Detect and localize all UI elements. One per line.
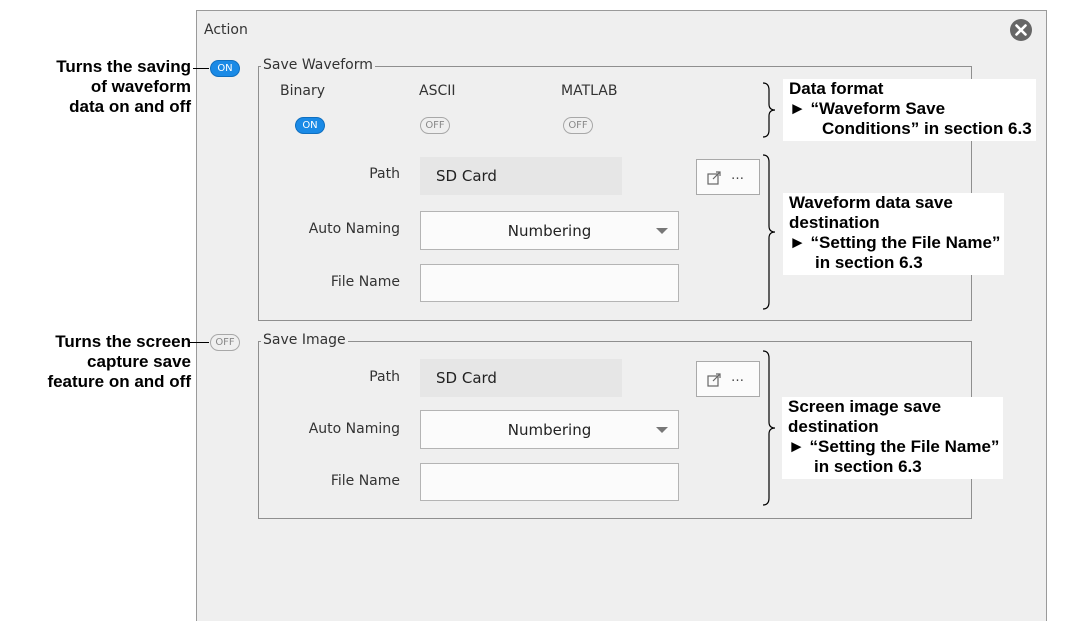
image-file-name-input[interactable]: [420, 463, 679, 501]
save-image-toggle[interactable]: OFF: [210, 334, 240, 351]
annotation-line: Conditions” in section 6.3: [822, 119, 1032, 138]
open-folder-icon: [707, 373, 721, 387]
annotation-image-toggle: Turns the screen capture save feature on…: [47, 332, 191, 392]
annotation-line: ► “Waveform Save: [789, 99, 946, 118]
format-label-binary: Binary: [280, 83, 325, 99]
annotation-line: feature on and off: [47, 372, 191, 391]
brace-image-dest: [762, 350, 776, 506]
annotation-line: Data format: [789, 79, 884, 98]
waveform-auto-naming-label: Auto Naming: [308, 221, 400, 237]
annotation-line: Screen image save: [788, 397, 942, 416]
image-file-name-label: File Name: [330, 473, 400, 489]
image-path-label: Path: [369, 369, 400, 385]
annotation-line: in section 6.3: [815, 253, 923, 272]
annotation-line: Turns the saving: [56, 57, 191, 76]
browse-dots: …: [731, 370, 744, 385]
waveform-auto-naming-value: Numbering: [507, 222, 592, 240]
annotation-line: capture save: [87, 352, 191, 371]
waveform-path-value: SD Card: [420, 157, 622, 195]
annotation-line: of waveform: [90, 77, 191, 96]
format-label-matlab: MATLAB: [561, 83, 618, 99]
waveform-auto-naming-select[interactable]: Numbering: [420, 211, 679, 250]
annotation-line: ► “Setting the File Name”: [789, 233, 1001, 252]
waveform-browse-button[interactable]: …: [696, 159, 760, 195]
annotation-line: destination: [788, 417, 879, 436]
brace-data-format: [762, 82, 776, 138]
save-waveform-toggle[interactable]: ON: [210, 60, 240, 77]
annotation-line: data on and off: [69, 97, 191, 116]
annotation-waveform-dest: Waveform data save destination ► “Settin…: [783, 193, 1005, 275]
image-auto-naming-label: Auto Naming: [308, 421, 400, 437]
chevron-down-icon: [656, 228, 668, 234]
annotation-line: Turns the screen: [55, 332, 191, 351]
annotation-line: destination: [789, 213, 880, 232]
close-icon[interactable]: [1009, 18, 1033, 42]
chevron-down-icon: [656, 427, 668, 433]
annotation-line: Waveform data save: [789, 193, 953, 212]
image-browse-button[interactable]: …: [696, 361, 760, 397]
waveform-file-name-label: File Name: [330, 274, 400, 290]
leader-line: [189, 342, 209, 343]
annotation-image-dest: Screen image save destination ► “Setting…: [782, 397, 1004, 479]
leader-line: [193, 68, 209, 69]
dialog-title: Action: [204, 22, 248, 38]
annotation-line: in section 6.3: [814, 457, 922, 476]
browse-dots: …: [731, 168, 744, 183]
annotation-line: ► “Setting the File Name”: [788, 437, 1000, 456]
annotation-waveform-toggle: Turns the saving of waveform data on and…: [56, 57, 191, 117]
open-folder-icon: [707, 171, 721, 185]
annotation-data-format: Data format ► “Waveform Save Conditions”…: [783, 79, 1036, 141]
waveform-file-name-input[interactable]: [420, 264, 679, 302]
format-toggle-binary[interactable]: ON: [295, 117, 325, 134]
image-auto-naming-value: Numbering: [507, 421, 592, 439]
image-auto-naming-select[interactable]: Numbering: [420, 410, 679, 449]
save-waveform-legend: Save Waveform: [261, 57, 375, 73]
save-image-legend: Save Image: [261, 332, 348, 348]
format-toggle-matlab[interactable]: OFF: [563, 117, 593, 134]
format-label-ascii: ASCII: [419, 83, 456, 99]
image-path-value: SD Card: [420, 359, 622, 397]
waveform-path-label: Path: [369, 166, 400, 182]
brace-waveform-dest: [762, 154, 776, 310]
format-toggle-ascii[interactable]: OFF: [420, 117, 450, 134]
